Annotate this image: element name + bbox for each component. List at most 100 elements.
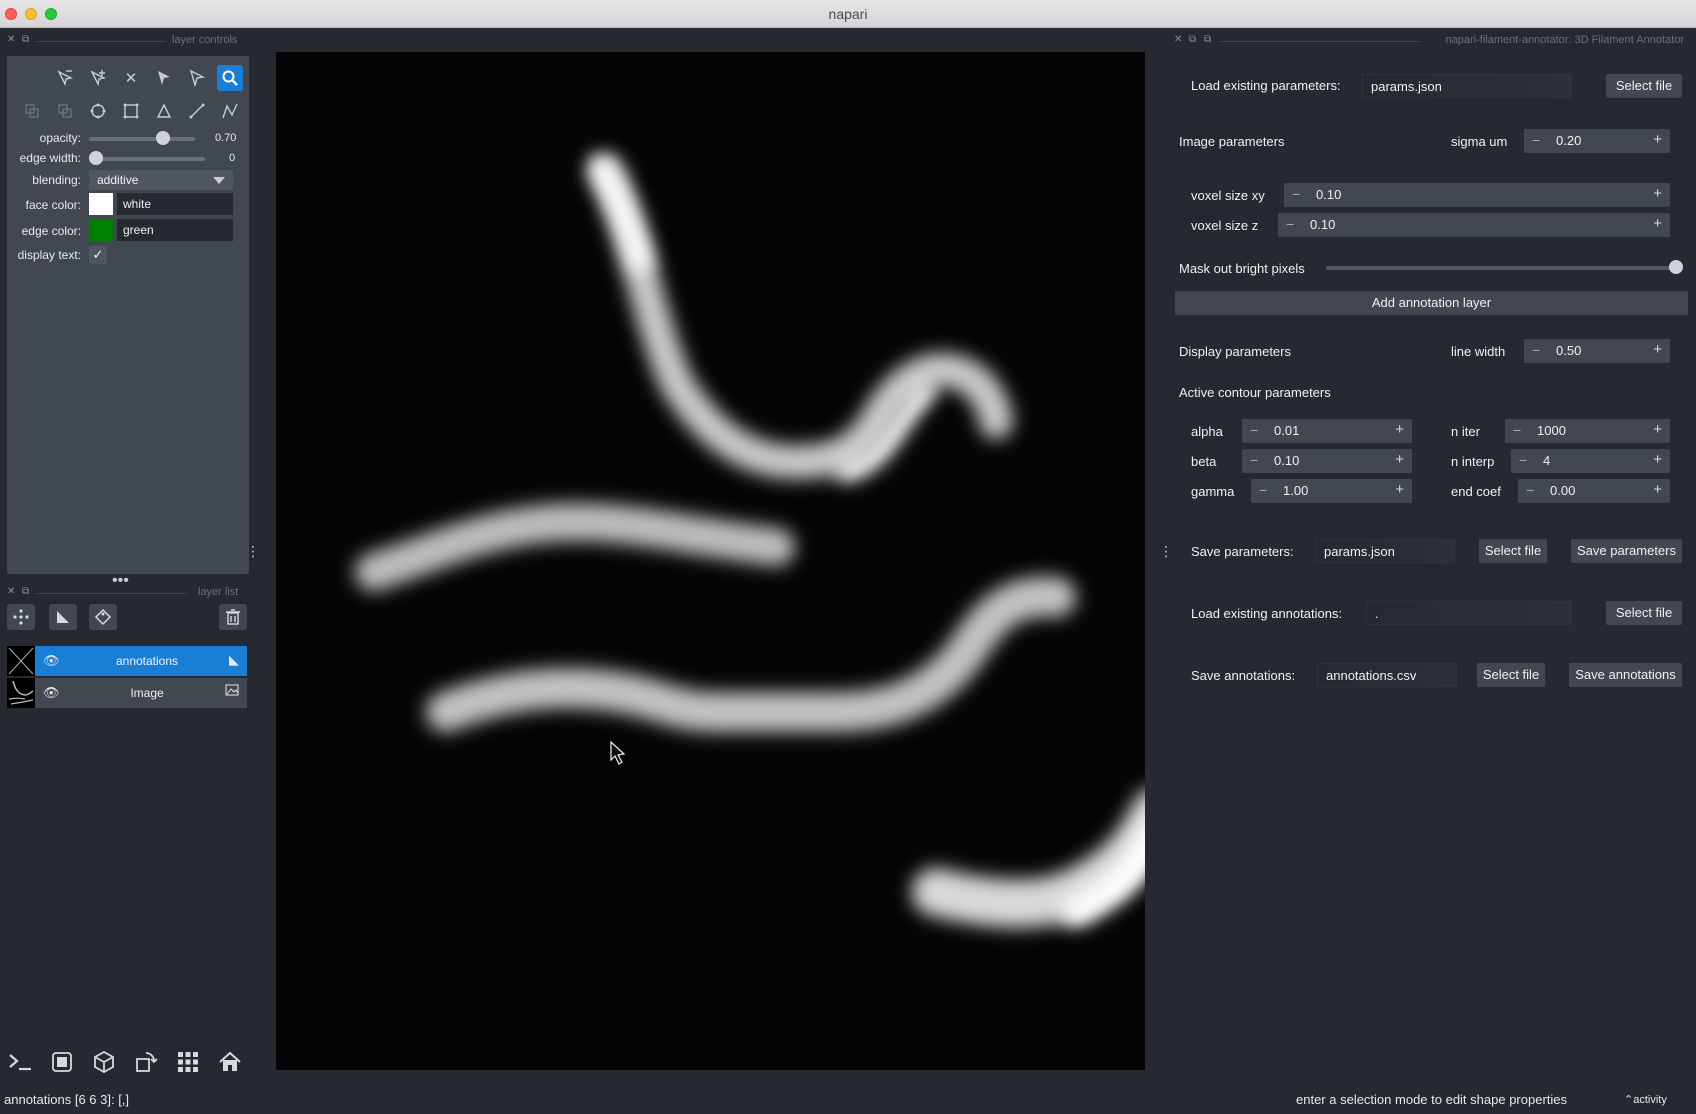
save-params-input[interactable]: params.json [1315,539,1455,563]
increment-icon[interactable]: + [1653,131,1662,148]
edge-color-input[interactable]: green [117,219,233,241]
face-color-input[interactable]: white [117,193,233,215]
dock-close-icon[interactable]: ✕ [7,34,15,45]
gamma-value[interactable]: 1.00 [1283,483,1308,498]
direct-select-icon[interactable] [184,65,210,91]
increment-icon[interactable]: + [1653,481,1662,498]
decrement-icon[interactable]: − [1250,452,1258,468]
decrement-icon[interactable]: − [1286,216,1294,232]
add-ellipse-icon[interactable] [85,98,111,124]
gamma-spinbox[interactable]: − 1.00 + [1251,479,1412,503]
decrement-icon[interactable]: − [1526,482,1534,498]
increment-icon[interactable]: + [1395,421,1404,438]
increment-icon[interactable]: + [1395,451,1404,468]
n-interp-spinbox[interactable]: − 4 + [1511,449,1670,473]
opacity-slider[interactable] [89,137,195,141]
dock-close-icon[interactable]: ✕ [1174,34,1182,45]
end-coef-spinbox[interactable]: − 0.00 + [1518,479,1670,503]
edge-color-swatch[interactable] [89,219,113,241]
mask-bright-slider-handle[interactable] [1669,260,1683,274]
sigma-spinbox[interactable]: − 0.20 + [1524,129,1670,153]
display-text-checkbox[interactable]: ✓ [89,246,107,264]
decrement-icon[interactable]: − [1513,422,1521,438]
increment-icon[interactable]: + [1653,341,1662,358]
load-annotations-input[interactable]: . [1366,601,1572,625]
save-parameters-button[interactable]: Save parameters [1571,539,1682,563]
right-dock-resize-handle[interactable]: ⋮ [1159,544,1173,558]
save-annotations-select-file-button[interactable]: Select file [1477,663,1545,687]
load-params-select-file-button[interactable]: Select file [1606,74,1682,98]
home-button[interactable] [214,1046,246,1078]
dock-close-icon[interactable]: ✕ [7,586,15,597]
alpha-spinbox[interactable]: − 0.01 + [1242,419,1412,443]
dock-pin-icon[interactable]: ⧉ [1204,34,1211,45]
beta-spinbox[interactable]: − 0.10 + [1242,449,1412,473]
decrement-icon[interactable]: − [1532,342,1540,358]
voxel-z-spinbox[interactable]: − 0.10 + [1278,213,1670,237]
voxel-xy-value[interactable]: 0.10 [1316,187,1341,202]
increment-icon[interactable]: + [1653,215,1662,232]
sigma-value[interactable]: 0.20 [1556,133,1581,148]
add-path-icon[interactable] [217,98,243,124]
voxel-xy-spinbox[interactable]: − 0.10 + [1284,183,1670,207]
decrement-icon[interactable]: − [1292,186,1300,202]
add-vertex-icon[interactable] [85,65,111,91]
face-color-swatch[interactable] [89,193,113,215]
transpose-button[interactable] [130,1046,162,1078]
toggle-ndisplay-button[interactable] [46,1046,78,1078]
n-iter-value[interactable]: 1000 [1537,423,1566,438]
dock-float-icon[interactable]: ⧉ [22,586,29,597]
beta-value[interactable]: 0.10 [1274,453,1299,468]
increment-icon[interactable]: + [1653,451,1662,468]
line-width-spinbox[interactable]: − 0.50 + [1524,339,1670,363]
left-dock-resize-handle[interactable]: ⋮ [246,544,260,558]
edge-width-slider[interactable] [89,157,205,161]
delete-layer-button[interactable] [219,604,247,630]
decrement-icon[interactable]: − [1250,422,1258,438]
n-iter-spinbox[interactable]: − 1000 + [1505,419,1670,443]
delete-vertex-icon[interactable]: ✕ [118,65,144,91]
decrement-icon[interactable]: − [1532,132,1540,148]
layer-row-annotations[interactable]: 👁 annotations ◣ [7,646,247,676]
viewer-canvas[interactable] [276,52,1145,1070]
increment-icon[interactable]: + [1395,481,1404,498]
new-points-layer-button[interactable] [7,604,35,630]
move-front-icon[interactable] [52,98,78,124]
alpha-value[interactable]: 0.01 [1274,423,1299,438]
dock-float-icon[interactable]: ⧉ [22,34,29,45]
roll-dims-button[interactable] [88,1046,120,1078]
new-labels-layer-button[interactable] [89,604,117,630]
save-annotations-input[interactable]: annotations.csv [1317,663,1457,687]
n-interp-value[interactable]: 4 [1543,453,1550,468]
voxel-z-value[interactable]: 0.10 [1310,217,1335,232]
end-coef-value[interactable]: 0.00 [1550,483,1575,498]
layer-row-image[interactable]: 👁 Image [7,678,247,708]
add-polygon-icon[interactable] [151,98,177,124]
line-width-value[interactable]: 0.50 [1556,343,1581,358]
console-button[interactable] [4,1046,36,1078]
increment-icon[interactable]: + [1653,185,1662,202]
grid-view-button[interactable] [172,1046,204,1078]
mask-bright-slider[interactable] [1326,266,1676,270]
add-points-vertex-icon[interactable] [52,65,78,91]
zoom-pan-icon[interactable] [217,65,243,91]
blending-dropdown[interactable]: additive [89,170,233,190]
activity-button[interactable]: ⌃activity [1624,1093,1667,1106]
save-annotations-button[interactable]: Save annotations [1569,663,1682,687]
new-shapes-layer-button[interactable] [49,604,77,630]
decrement-icon[interactable]: − [1519,452,1527,468]
decrement-icon[interactable]: − [1259,482,1267,498]
layer-name[interactable]: annotations [47,654,247,668]
layer-name[interactable]: Image [47,686,247,700]
edge-width-slider-handle[interactable] [89,151,103,165]
add-rectangle-icon[interactable] [118,98,144,124]
add-annotation-layer-button[interactable]: Add annotation layer [1175,291,1688,315]
save-params-select-file-button[interactable]: Select file [1479,539,1547,563]
move-back-icon[interactable] [19,98,45,124]
dock-float-icon[interactable]: ⧉ [1189,34,1196,45]
load-annotations-select-file-button[interactable]: Select file [1606,601,1682,625]
opacity-slider-handle[interactable] [156,131,171,145]
load-params-input[interactable]: params.json [1362,74,1572,98]
add-line-icon[interactable] [184,98,210,124]
select-shape-icon[interactable] [151,65,177,91]
